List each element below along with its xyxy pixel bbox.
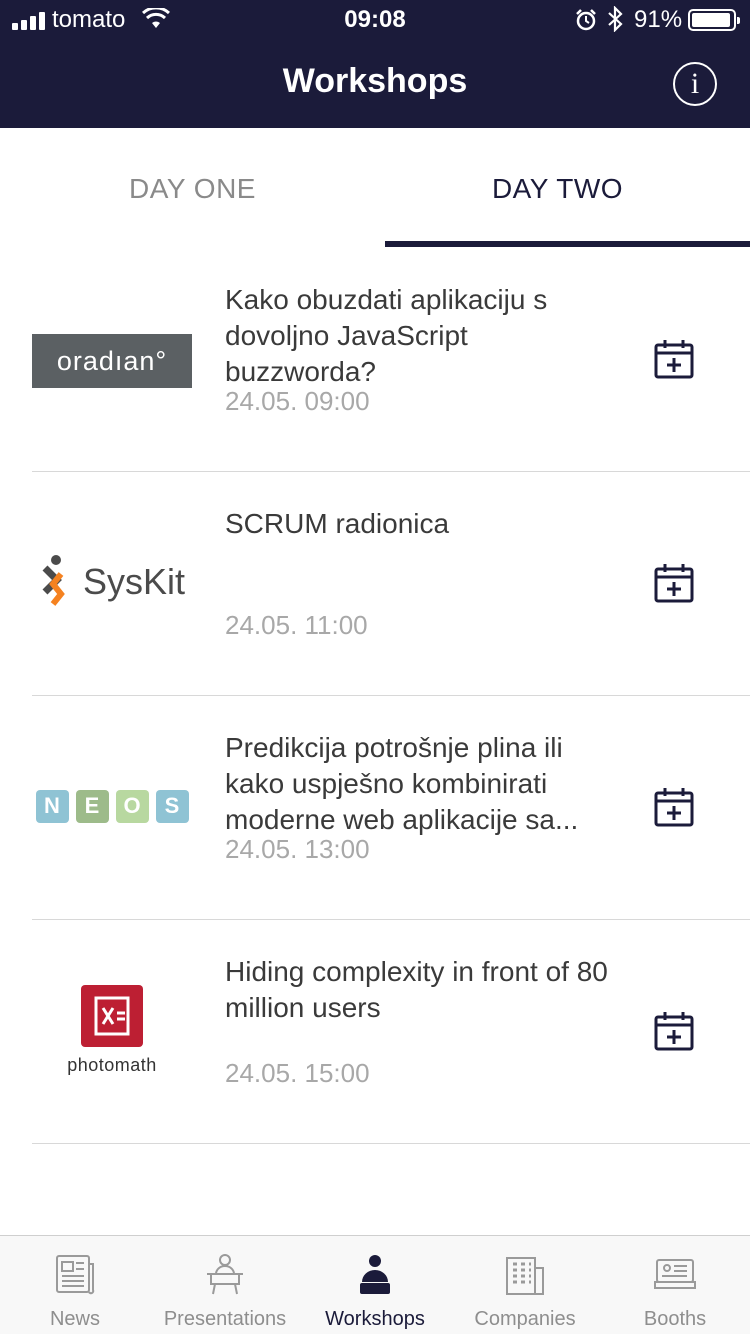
tab-day-one[interactable]: DAY ONE	[0, 128, 385, 248]
syskit-logo-text: SysKit	[82, 561, 186, 602]
workshop-item[interactable]: SysKit SCRUM radionica 24.05. 11:00	[0, 472, 750, 696]
bottom-tab-bar: News Presentations Workshops Companies B…	[0, 1235, 750, 1334]
building-icon	[503, 1252, 547, 1301]
tabbar-label: Presentations	[163, 1308, 287, 1330]
tab-day-two[interactable]: DAY TWO	[365, 128, 750, 248]
tabbar-label: Companies	[474, 1308, 576, 1330]
workshop-time: 24.05. 11:00	[225, 610, 368, 640]
workshop-item[interactable]: photomath Hiding complexity in front of …	[0, 920, 750, 1144]
battery-percentage: 91%	[634, 6, 683, 33]
alarm-icon	[574, 8, 598, 37]
workshop-time: 24.05. 13:00	[225, 834, 370, 864]
bluetooth-icon	[606, 5, 624, 37]
workshop-title: Hiding complexity in front of 80 million…	[225, 956, 608, 1023]
tabbar-item-presentations[interactable]: Presentations	[150, 1236, 300, 1334]
photomath-logo-text: photomath	[67, 1054, 157, 1075]
photomath-badge-icon	[81, 984, 143, 1047]
tabbar-item-booths[interactable]: Booths	[600, 1236, 750, 1334]
newspaper-icon	[53, 1252, 97, 1301]
divider	[32, 1143, 750, 1144]
neos-letter: S	[155, 789, 189, 823]
workshop-title: Kako obuzdati aplikaciju s dovoljno Java…	[225, 284, 548, 387]
selected-tab-indicator	[385, 241, 750, 247]
person-desk-icon	[353, 1252, 397, 1301]
tabbar-item-news[interactable]: News	[0, 1236, 150, 1334]
syskit-logo: SysKit	[32, 552, 192, 612]
presenter-icon	[203, 1252, 247, 1301]
tabbar-label: News	[49, 1308, 100, 1330]
workshop-item[interactable]: oradıan° Kako obuzdati aplikaciju s dovo…	[0, 248, 750, 472]
workshop-title: Predikcija potrošnje plina ili kako uspj…	[225, 732, 579, 835]
add-to-calendar-icon[interactable]	[653, 786, 695, 833]
photomath-logo: photomath	[32, 980, 192, 1080]
neos-logo: N E O S	[32, 786, 192, 826]
workshop-title: SCRUM radionica	[225, 508, 450, 539]
booth-icon	[653, 1252, 697, 1301]
add-to-calendar-icon[interactable]	[653, 338, 695, 385]
tabbar-item-companies[interactable]: Companies	[450, 1236, 600, 1334]
neos-letter: N	[35, 789, 69, 823]
workshop-time: 24.05. 09:00	[225, 386, 370, 416]
neos-letter: O	[115, 789, 149, 823]
status-bar: tomato 09:08 91%	[0, 0, 750, 40]
workshop-item[interactable]: N E O S Predikcija potrošnje plina ili k…	[0, 696, 750, 920]
oradian-logo: oradıan°	[32, 334, 192, 388]
info-button[interactable]: i	[673, 62, 717, 106]
tabbar-label: Booths	[643, 1308, 707, 1330]
tabbar-item-workshops[interactable]: Workshops	[300, 1236, 450, 1334]
add-to-calendar-icon[interactable]	[653, 562, 695, 609]
battery-icon	[688, 9, 740, 31]
workshop-time: 24.05. 15:00	[225, 1058, 370, 1088]
add-to-calendar-icon[interactable]	[653, 1010, 695, 1057]
neos-letter: E	[75, 789, 109, 823]
day-tabs: DAY ONE DAY TWO	[0, 128, 750, 248]
syskit-mark-icon	[42, 555, 65, 606]
navigation-bar: tomato 09:08 91% Workshops i	[0, 0, 750, 128]
page-title: Workshops	[282, 62, 468, 100]
tabbar-label: Workshops	[325, 1308, 425, 1330]
